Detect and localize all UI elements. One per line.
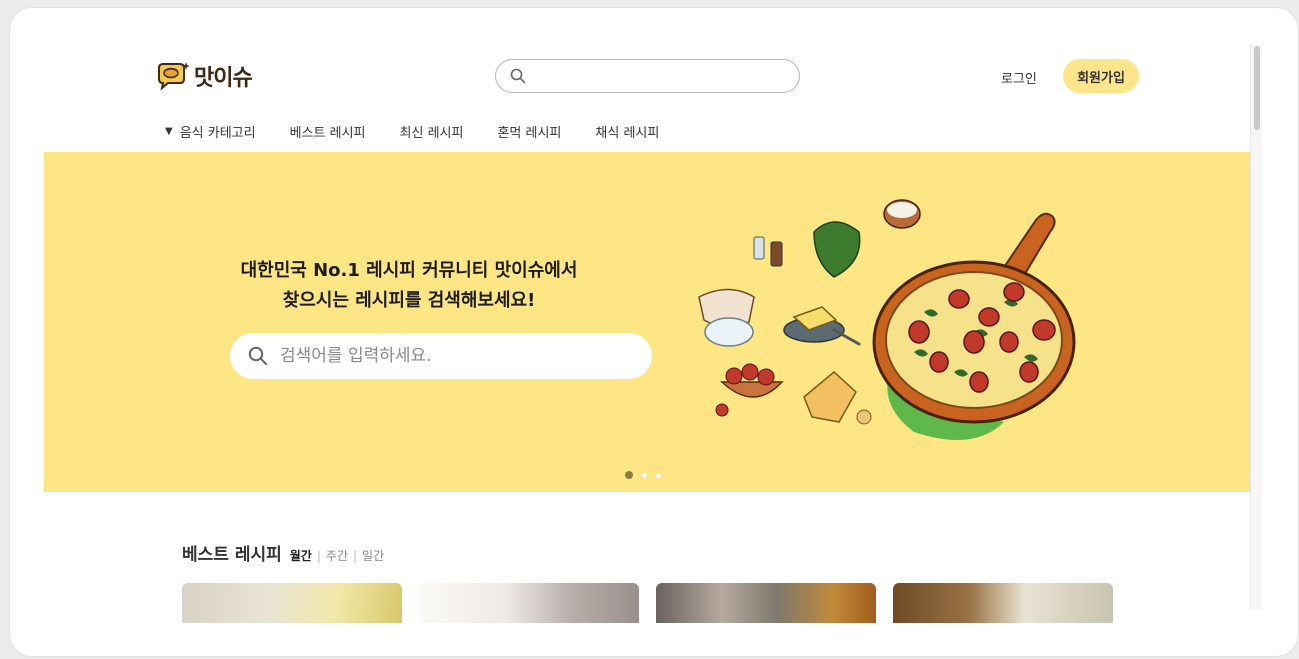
hero-banner: 대한민국 No.1 레시피 커뮤니티 맛이슈에서 찾으시는 레시피를 검색해보세…	[44, 152, 1250, 492]
hero-search-input[interactable]	[280, 344, 630, 368]
scrollbar-thumb[interactable]	[1254, 46, 1260, 130]
logo-text: 맛이슈	[194, 66, 253, 91]
search-icon	[248, 346, 267, 365]
period-tab-monthly[interactable]: 월간	[290, 547, 312, 564]
carousel-indicators	[625, 471, 661, 479]
carousel-dot-3[interactable]	[656, 472, 661, 478]
nav-item-label: 베스트 레시피	[289, 126, 366, 141]
recipe-card[interactable]	[893, 583, 1113, 623]
site-logo[interactable]: 맛이슈	[156, 60, 253, 92]
carousel-dot-2[interactable]	[642, 472, 647, 478]
carousel-dot-1[interactable]	[625, 471, 633, 479]
period-separator: |	[316, 549, 321, 563]
hero-title: 대한민국 No.1 레시피 커뮤니티 맛이슈에서 찾으시는 레시피를 검색해보세…	[204, 256, 614, 316]
period-separator: |	[353, 549, 358, 563]
food-illustration	[698, 199, 1076, 440]
period-tab-daily[interactable]: 일간	[362, 547, 384, 564]
nav-solo-recipes[interactable]: 혼먹 레시피	[497, 122, 561, 141]
nav-food-category[interactable]: ▼ 음식 카테고리	[165, 122, 256, 141]
search-icon	[510, 68, 526, 84]
main-nav: ▼ 음식 카테고리 베스트 레시피 최신 레시피 혼먹 레시피 채식 레시피	[165, 122, 693, 141]
recipe-card[interactable]	[656, 583, 876, 623]
best-recipes-header: 베스트 레시피 월간 | 주간 | 일간	[182, 540, 384, 565]
period-tab-weekly[interactable]: 주간	[326, 547, 348, 564]
hero-title-line1: 대한민국 No.1 레시피 커뮤니티 맛이슈에서	[240, 260, 578, 281]
nav-best-recipes[interactable]: 베스트 레시피	[290, 122, 366, 141]
login-link[interactable]: 로그인	[1001, 68, 1037, 87]
nav-item-label: 최신 레시피	[399, 126, 464, 141]
page-scrollbar[interactable]	[1250, 44, 1262, 610]
browser-frame: 맛이슈 로그인 회원가입 ▼ 음식 카테고리 베스트 레시피 최신 레시피 혼먹…	[10, 8, 1298, 656]
hero-title-line2: 찾으시는 레시피를 검색해보세요!	[282, 290, 536, 311]
nav-latest-recipes[interactable]: 최신 레시피	[400, 122, 464, 141]
hero-search-box[interactable]	[230, 333, 652, 379]
nav-vegan-recipes[interactable]: 채식 레시피	[595, 122, 659, 141]
best-recipes-title: 베스트 레시피	[182, 545, 282, 565]
nav-item-label: 음식 카테고리	[179, 126, 256, 141]
recipe-card[interactable]	[419, 583, 639, 623]
nav-item-label: 채식 레시피	[595, 126, 660, 141]
dropdown-triangle-icon: ▼	[165, 126, 173, 137]
nav-item-label: 혼먹 레시피	[497, 126, 562, 141]
header-search-box[interactable]	[495, 59, 800, 93]
recipe-card[interactable]	[182, 583, 402, 623]
signup-button[interactable]: 회원가입	[1063, 59, 1139, 93]
logo-mark-icon	[158, 62, 190, 91]
best-recipes-cards	[182, 583, 1113, 623]
header-search-input[interactable]	[534, 66, 784, 86]
